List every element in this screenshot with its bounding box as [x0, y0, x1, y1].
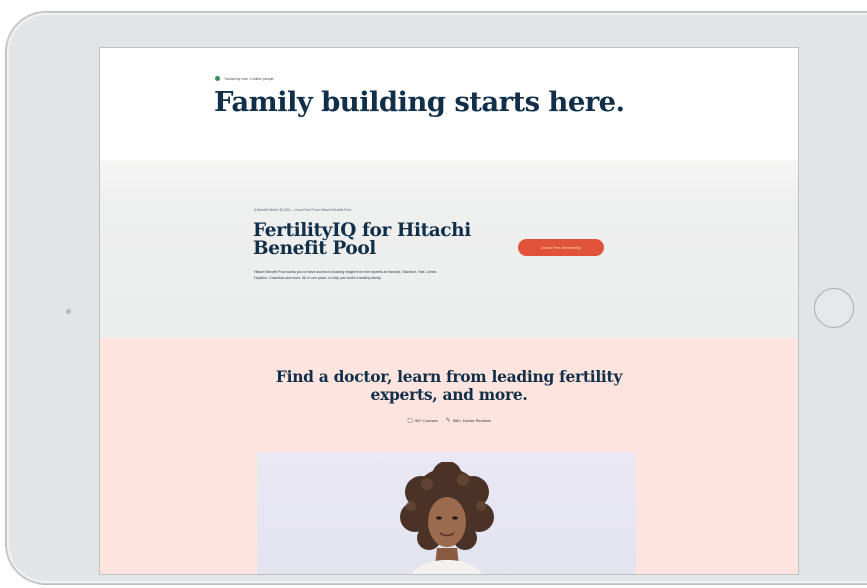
- unlock-membership-button[interactable]: Unlock Free Membership: [518, 239, 604, 256]
- trusted-badge: Trusted by over 1 million people: [215, 76, 273, 81]
- doctor-portrait-image: [400, 462, 494, 574]
- camera-icon: [66, 309, 71, 314]
- stat-courses: ▢ 55+ Courses: [407, 417, 437, 424]
- find-title-line2: experts, and more.: [370, 385, 528, 404]
- find-title-line1: Find a doctor, learn from leading fertil…: [275, 367, 623, 386]
- stat-courses-label: 55+ Courses: [414, 418, 438, 423]
- badge-dot-icon: [215, 76, 220, 81]
- benefit-description: Hitachi Benefit Pool wants you to have a…: [254, 270, 437, 280]
- ipad-device-frame: Trusted by over 1 million people Family …: [6, 12, 867, 584]
- hero-section: Trusted by over 1 million people Family …: [100, 48, 798, 160]
- find-doctor-section: Find a doctor, learn from leading fertil…: [100, 338, 798, 574]
- find-title: Find a doctor, learn from leading fertil…: [100, 368, 798, 404]
- trusted-text: Trusted by over 1 million people: [224, 76, 274, 81]
- benefit-eyebrow: A Benefit Worth $2,000 — Now Free From H…: [254, 208, 352, 212]
- stat-reviews-label: 56k+ Doctor Reviews: [452, 418, 491, 423]
- home-button[interactable]: [814, 288, 854, 328]
- benefit-title-line2: Benefit Pool: [253, 238, 376, 259]
- doctor-photo-panel: [257, 452, 636, 574]
- hero-title: Family building starts here.: [214, 86, 625, 118]
- review-icon: ✎: [445, 418, 451, 424]
- benefit-title: FertilityIQ for Hitachi Benefit Pool: [253, 221, 483, 259]
- device-screen: Trusted by over 1 million people Family …: [99, 47, 799, 575]
- benefit-section: A Benefit Worth $2,000 — Now Free From H…: [100, 160, 798, 338]
- stats-row: ▢ 55+ Courses ✎ 56k+ Doctor Reviews: [100, 417, 798, 424]
- monitor-icon: ▢: [407, 418, 413, 424]
- stat-reviews: ✎ 56k+ Doctor Reviews: [446, 417, 491, 424]
